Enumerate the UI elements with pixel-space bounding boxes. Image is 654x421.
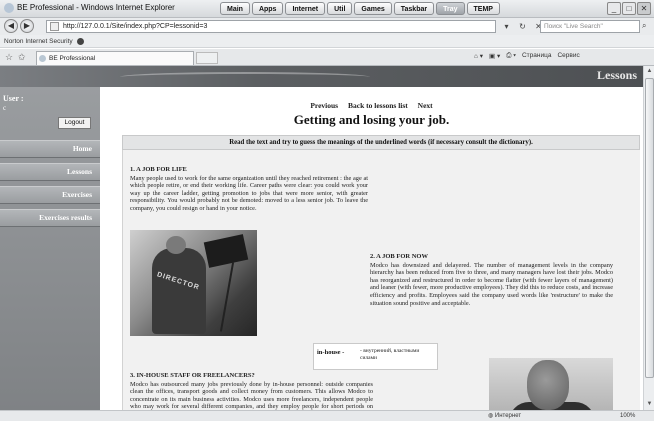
page-icon <box>50 22 59 31</box>
status-bar: ◍ Интернет 100% <box>0 410 654 421</box>
forward-button[interactable]: ▶ <box>20 19 34 33</box>
photo-head <box>166 236 186 254</box>
feeds-icon[interactable]: ▣ ▾ <box>489 52 500 60</box>
section-text: Many people used to work for the same or… <box>130 174 368 212</box>
scroll-up-icon[interactable]: ▲ <box>645 67 654 76</box>
sidebar-item-lessons[interactable]: Lessons <box>0 163 100 181</box>
address-tools: ▾ ↻ ✕ <box>500 20 545 33</box>
address-row: ◀ ▶ http://127.0.0.1/Site/index.php?CP=l… <box>0 18 654 35</box>
lesson-content: Previous Back to lessons list Next Getti… <box>100 87 643 410</box>
director-photo: DIRECTOR <box>130 230 257 336</box>
tab-page-icon <box>39 55 46 62</box>
site-header: Lessons <box>0 66 643 87</box>
sidebar-item-exercises[interactable]: Exercises <box>0 186 100 204</box>
sidebar-item-exercises-results[interactable]: Exercises results <box>0 209 100 227</box>
section-job-for-now: 2. A JOB FOR NOW Modco has downsized and… <box>370 253 613 307</box>
task-button-tray[interactable]: Tray <box>436 2 465 15</box>
task-buttons: Main Apps Internet Util Games Taskbar Tray TEMP <box>220 2 500 15</box>
lesson-text-panel: 1. A JOB FOR LIFE Many people used to wo… <box>122 150 640 410</box>
glossary-box: in-house - - внутренний, властными силам… <box>313 343 438 370</box>
favorites-star-icon[interactable]: ☆ <box>5 52 13 63</box>
window-controls: _ □ ✕ <box>607 2 651 15</box>
minimize-button[interactable]: _ <box>607 2 621 15</box>
task-button-taskbar[interactable]: Taskbar <box>393 2 435 15</box>
section-heading: 1. A JOB FOR LIFE <box>130 166 187 173</box>
section-text: Modco has downsized and delayered. The n… <box>370 261 613 307</box>
header-title: Lessons <box>596 68 637 82</box>
url-text: http://127.0.0.1/Site/index.php?CP=lesso… <box>63 23 208 30</box>
add-favorites-icon[interactable]: ✩ <box>18 52 26 63</box>
print-icon[interactable]: ⎙ ▾ <box>506 52 516 60</box>
businessman-photo <box>489 358 613 410</box>
back-button[interactable]: ◀ <box>4 19 18 33</box>
norton-toolbar: Norton Internet Security <box>0 35 654 48</box>
search-input[interactable]: Поиск "Live Search" <box>540 20 640 33</box>
ie-logo-icon <box>4 3 14 13</box>
user-name: c <box>3 104 7 112</box>
tools-menu[interactable]: Сервис <box>557 52 579 60</box>
dropdown-icon[interactable]: ▾ <box>500 20 513 33</box>
task-button-util[interactable]: Util <box>327 2 353 15</box>
task-button-temp[interactable]: TEMP <box>466 2 500 15</box>
task-button-games[interactable]: Games <box>354 2 392 15</box>
norton-icon[interactable] <box>76 37 84 45</box>
section-heading: 2. A JOB FOR NOW <box>370 253 428 260</box>
scroll-thumb[interactable] <box>645 78 654 378</box>
command-bar: ⌂ ▾ ▣ ▾ ⎙ ▾ Страница Сервис <box>474 52 580 60</box>
lesson-nav: Previous Back to lessons list Next <box>100 101 643 110</box>
sidebar-menu: Home Lessons Exercises Exercises results <box>0 140 100 232</box>
zone-label: Интернет <box>494 413 522 419</box>
logout-button[interactable]: Logout <box>58 117 91 129</box>
window-title: BE Professional - Windows Internet Explo… <box>4 3 175 13</box>
section-in-house-staff: 3. IN-HOUSE STAFF OR FREELANCERS? Modco … <box>130 372 373 410</box>
glossary-term: in-house - <box>317 349 345 356</box>
section-job-for-life: 1. A JOB FOR LIFE Many people used to wo… <box>130 166 368 213</box>
photo-camera <box>203 234 249 268</box>
photo-face <box>527 360 569 410</box>
scroll-down-icon[interactable]: ▼ <box>645 400 654 409</box>
search-icon[interactable]: ⌕ <box>642 21 646 31</box>
toolbar-label: Norton Internet Security <box>4 38 73 45</box>
web-page: Lessons User : c Logout Home Lessons Exe… <box>0 66 643 410</box>
task-button-main[interactable]: Main <box>220 2 250 15</box>
window-title-bar: BE Professional - Windows Internet Explo… <box>0 0 654 18</box>
address-field[interactable]: http://127.0.0.1/Site/index.php?CP=lesso… <box>46 20 496 33</box>
home-icon[interactable]: ⌂ ▾ <box>474 52 483 60</box>
previous-link[interactable]: Previous <box>310 101 338 110</box>
sidebar: User : c Logout Home Lessons Exercises E… <box>0 87 100 410</box>
back-to-list-link[interactable]: Back to lessons list <box>348 101 408 110</box>
section-text: Modco has outsourced many jobs previousl… <box>130 380 373 410</box>
tab-row: ☆ ✩ BE Professional ⌂ ▾ ▣ ▾ ⎙ ▾ Страница… <box>0 49 654 66</box>
section-heading: 3. IN-HOUSE STAFF OR FREELANCERS? <box>130 372 255 379</box>
window-title-text: BE Professional - Windows Internet Explo… <box>17 3 175 13</box>
task-button-internet[interactable]: Internet <box>285 2 326 15</box>
page-scrollbar[interactable]: ▲ ▼ <box>643 66 654 410</box>
instruction-banner: Read the text and try to guess the meani… <box>122 135 640 150</box>
glossary-definition: - внутренний, властными силами <box>360 348 420 361</box>
header-swoosh <box>120 72 370 82</box>
page-title: Getting and losing your job. <box>293 112 450 127</box>
internet-zone: ◍ Интернет <box>488 413 522 419</box>
next-link[interactable]: Next <box>418 101 433 110</box>
zoom-level[interactable]: 100% <box>620 411 635 421</box>
task-button-apps[interactable]: Apps <box>251 2 284 15</box>
tab-be-professional[interactable]: BE Professional <box>36 51 194 65</box>
sidebar-item-home[interactable]: Home <box>0 140 100 158</box>
new-tab-button[interactable] <box>196 52 218 64</box>
page-menu[interactable]: Страница <box>522 52 551 60</box>
refresh-icon[interactable]: ↻ <box>516 20 529 33</box>
maximize-button[interactable]: □ <box>622 2 636 15</box>
tab-label: BE Professional <box>49 55 96 62</box>
user-label: User : <box>3 94 24 103</box>
photo-tripod <box>219 262 235 332</box>
close-button[interactable]: ✕ <box>637 2 651 15</box>
